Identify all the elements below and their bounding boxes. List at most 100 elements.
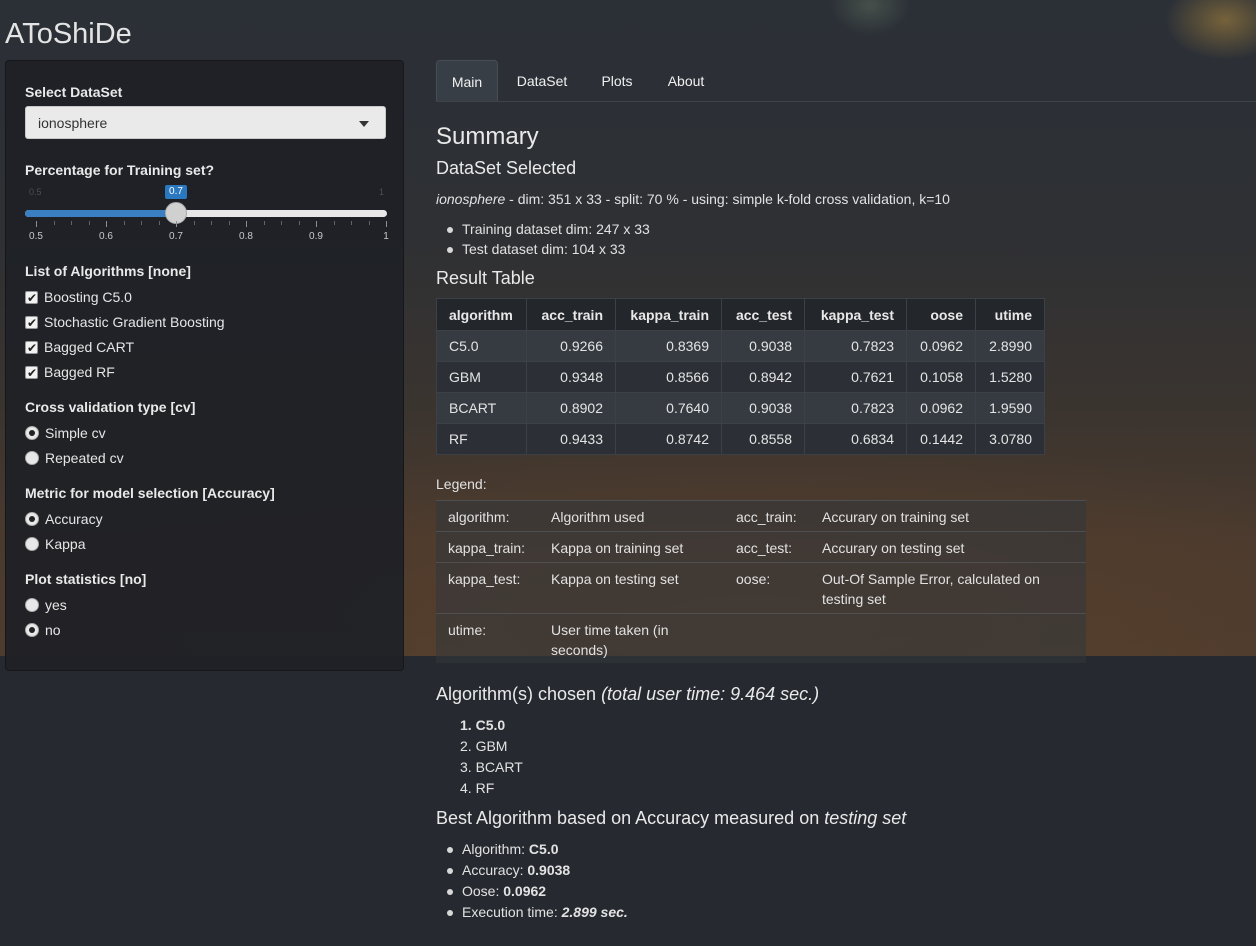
column-header[interactable]: oose bbox=[906, 298, 976, 331]
legend-desc: Accurary on training set bbox=[822, 509, 970, 525]
table-row: RF 0.9433 0.8742 0.8558 0.6834 0.1442 3.… bbox=[436, 423, 1045, 455]
table-row: GBM 0.9348 0.8566 0.8942 0.7621 0.1058 1… bbox=[436, 361, 1045, 393]
checkbox-checked-icon[interactable] bbox=[25, 289, 38, 307]
radio-unselected-icon[interactable] bbox=[25, 537, 39, 551]
table-cell: 0.7823 bbox=[804, 330, 907, 362]
best-execution-time: Execution time: 2.899 sec. bbox=[447, 904, 628, 920]
radio-label: Accuracy bbox=[45, 511, 103, 527]
checkbox-bagged-cart[interactable]: Bagged CART bbox=[25, 338, 135, 357]
radio-selected-icon[interactable] bbox=[25, 512, 39, 526]
table-cell: BCART bbox=[436, 392, 527, 424]
slider-minor-tick bbox=[281, 221, 282, 225]
table-cell: 0.0962 bbox=[906, 392, 976, 424]
radio-label: no bbox=[45, 622, 61, 638]
slider-minor-tick bbox=[211, 221, 212, 225]
radio-unselected-icon[interactable] bbox=[25, 598, 39, 612]
table-cell: 0.6834 bbox=[804, 423, 907, 455]
slider-minor-tick bbox=[263, 221, 265, 225]
dataset-select[interactable]: ionosphere bbox=[25, 106, 386, 139]
radio-plot-no[interactable]: no bbox=[25, 621, 61, 639]
plot-statistics-label: Plot statistics [no] bbox=[25, 571, 147, 587]
checkbox-checked-icon[interactable] bbox=[25, 314, 38, 332]
sidebar-panel: Select DataSet ionosphere Percentage for… bbox=[5, 60, 404, 671]
slider-minor-tick bbox=[53, 221, 55, 225]
tab-dataset[interactable]: DataSet bbox=[505, 60, 579, 101]
slider-tick-label: 0.6 bbox=[99, 231, 113, 242]
table-cell: 0.8566 bbox=[615, 361, 722, 393]
column-header[interactable]: kappa_train bbox=[615, 298, 722, 331]
table-cell: 0.8369 bbox=[615, 330, 722, 362]
table-cell: 0.1058 bbox=[906, 361, 976, 393]
slider-major-tick bbox=[36, 221, 37, 227]
table-cell: 0.8558 bbox=[721, 423, 805, 455]
dataset-details: - dim: 351 x 33 - split: 70 % - using: s… bbox=[505, 191, 950, 207]
radio-plot-yes[interactable]: yes bbox=[25, 596, 67, 614]
table-cell: 0.7640 bbox=[615, 392, 722, 424]
radio-unselected-icon[interactable] bbox=[25, 451, 39, 465]
legend-key: kappa_train: bbox=[448, 540, 526, 556]
best-algorithm-title-em: testing set bbox=[824, 808, 907, 828]
checkbox-bagged-rf[interactable]: Bagged RF bbox=[25, 363, 115, 382]
radio-label: Kappa bbox=[45, 536, 86, 552]
table-cell: 2.8990 bbox=[975, 330, 1045, 362]
column-header[interactable]: acc_train bbox=[526, 298, 616, 331]
tab-plots[interactable]: Plots bbox=[590, 60, 644, 101]
checkbox-checked-icon[interactable] bbox=[25, 339, 38, 357]
checkbox-label: Bagged CART bbox=[44, 339, 135, 355]
training-percentage-slider[interactable]: 0.5 1 0.7 0.5 0.6 0.7 0.8 0.9 1 bbox=[25, 181, 389, 251]
legend-key: acc_test: bbox=[736, 540, 793, 556]
checkbox-label: Boosting C5.0 bbox=[44, 289, 132, 305]
radio-accuracy[interactable]: Accuracy bbox=[25, 510, 103, 528]
table-cell: 0.9433 bbox=[526, 423, 616, 455]
legend-desc: Kappa on training set bbox=[551, 540, 684, 556]
table-cell: 0.9266 bbox=[526, 330, 616, 362]
best-value: C5.0 bbox=[528, 841, 559, 857]
checkbox-stochastic-gradient-boosting[interactable]: Stochastic Gradient Boosting bbox=[25, 313, 225, 332]
checkbox-label: Stochastic Gradient Boosting bbox=[44, 314, 225, 330]
tab-main[interactable]: Main bbox=[436, 60, 498, 101]
checkbox-boosting-c50[interactable]: Boosting C5.0 bbox=[25, 288, 132, 307]
training-percentage-label: Percentage for Training set? bbox=[25, 162, 215, 178]
column-header[interactable]: kappa_test bbox=[804, 298, 907, 331]
column-header[interactable]: utime bbox=[975, 298, 1045, 331]
column-header[interactable]: algorithm bbox=[436, 298, 527, 331]
best-oose: Oose: 0.0962 bbox=[446, 883, 546, 899]
table-cell: C5.0 bbox=[436, 330, 527, 362]
slider-minor-tick bbox=[228, 221, 230, 225]
slider-minor-tick bbox=[88, 221, 90, 225]
chosen-item-1: 1. C5.0 bbox=[460, 717, 506, 733]
legend-row: algorithm: Algorithm used acc_train: Acc… bbox=[436, 500, 1086, 532]
table-cell: 0.7621 bbox=[804, 361, 907, 393]
slider-tick-label: 0.9 bbox=[309, 231, 323, 242]
legend-desc: Accurary on testing set bbox=[822, 540, 965, 556]
dataset-label: Select DataSet bbox=[25, 84, 123, 100]
tab-about[interactable]: About bbox=[656, 60, 716, 101]
radio-kappa[interactable]: Kappa bbox=[25, 535, 85, 553]
table-cell: 1.9590 bbox=[975, 392, 1045, 424]
result-table-heading: Result Table bbox=[436, 268, 535, 288]
checkbox-checked-icon[interactable] bbox=[25, 364, 38, 382]
legend-desc: Algorithm used bbox=[551, 509, 645, 525]
test-dim: Test dataset dim: 104 x 33 bbox=[446, 241, 626, 257]
table-cell: 0.9348 bbox=[526, 361, 616, 393]
radio-repeated-cv[interactable]: Repeated cv bbox=[25, 449, 124, 467]
table-cell: 0.0962 bbox=[906, 330, 976, 362]
slider-major-tick bbox=[316, 221, 317, 227]
radio-selected-icon[interactable] bbox=[25, 426, 39, 440]
table-row: C5.0 0.9266 0.8369 0.9038 0.7823 0.0962 … bbox=[436, 330, 1045, 362]
slider-major-tick bbox=[386, 221, 387, 227]
checkbox-label: Bagged RF bbox=[44, 364, 115, 380]
legend-key: acc_train: bbox=[736, 509, 797, 525]
training-dim: Training dataset dim: 247 x 33 bbox=[447, 221, 650, 237]
slider-value-bubble: 0.7 bbox=[165, 185, 187, 199]
slider-min-label: 0.5 bbox=[29, 187, 42, 197]
legend-key: oose: bbox=[736, 571, 771, 587]
result-table: algorithm acc_train kappa_train acc_test… bbox=[436, 298, 1045, 455]
column-header[interactable]: acc_test bbox=[721, 298, 805, 331]
slider-minor-tick bbox=[158, 221, 160, 225]
radio-simple-cv[interactable]: Simple cv bbox=[25, 424, 106, 442]
slider-major-tick bbox=[246, 221, 247, 227]
radio-label: Simple cv bbox=[45, 425, 106, 441]
slider-major-tick bbox=[106, 221, 107, 227]
radio-selected-icon[interactable] bbox=[25, 623, 39, 637]
